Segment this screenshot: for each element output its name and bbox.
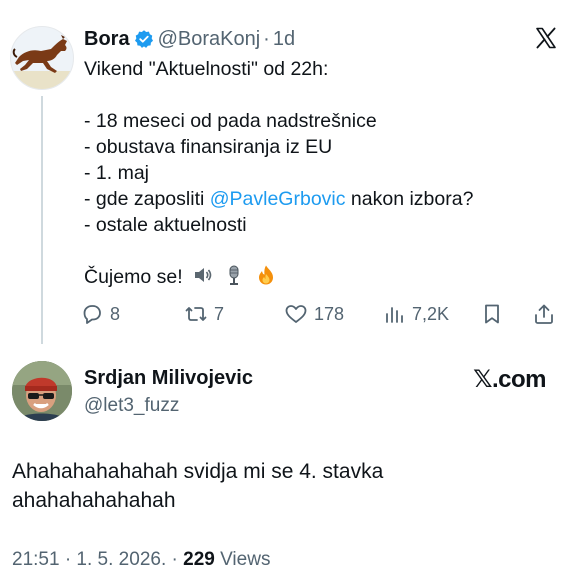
heart-icon — [285, 305, 307, 323]
repost-icon — [185, 307, 207, 321]
person-avatar-icon — [12, 361, 72, 421]
mention-link[interactable]: @PavleGrbovic — [210, 188, 346, 210]
author-name[interactable]: Bora — [84, 26, 130, 52]
horse-icon — [11, 35, 73, 89]
avatar-srdjan[interactable] — [12, 361, 72, 421]
x-logo-icon[interactable] — [534, 26, 558, 50]
tweet-line: - ostale aktuelnosti — [84, 214, 247, 236]
repost-count: 7 — [214, 303, 225, 324]
fire-icon — [258, 265, 273, 285]
avatar-horse[interactable] — [10, 26, 74, 90]
quoted-tweet[interactable]: Bora @BoraKonj · 1d Vikend "Aktuelnosti"… — [0, 0, 570, 345]
repost-button[interactable]: 7 — [184, 302, 224, 326]
reply-views-label: Views — [214, 549, 271, 570]
reply-icon — [83, 305, 101, 324]
microphone-icon — [229, 265, 239, 285]
analytics-icon — [386, 307, 403, 323]
reply-button[interactable]: 8 — [80, 302, 120, 326]
verified-badge-icon — [134, 30, 153, 48]
views-count: 7,2K — [412, 303, 450, 324]
sign-off-line: Čujemo se! — [84, 264, 554, 290]
author-handle[interactable]: @BoraKonj — [158, 26, 261, 52]
tweet-line: - 1. maj — [84, 162, 150, 184]
reply-views-count: 229 — [183, 549, 215, 570]
tweet-line-mention: - gde zaposliti @PavleGrbovic nakon izbo… — [84, 186, 554, 212]
reply-count: 8 — [110, 303, 121, 324]
header-separator: · — [263, 28, 270, 50]
quoted-tweet-body: Vikend "Aktuelnosti" od 22h: - 18 meseci… — [84, 56, 554, 290]
tweet-line-blank — [84, 82, 554, 108]
reply-author-handle[interactable]: @let3_fuzz — [84, 395, 179, 417]
like-button[interactable]: 178 — [284, 302, 344, 326]
reply-text: Ahahahahahahah svidja mi se 4. stavka ah… — [12, 460, 384, 512]
mention-suffix: nakon izbora? — [345, 188, 474, 210]
quoted-tweet-header: Bora @BoraKonj · 1d — [84, 26, 295, 52]
share-icon — [535, 304, 553, 324]
tweet-time[interactable]: 1d — [273, 26, 295, 52]
reply-meta: 21:51 · 1. 5. 2026. · 229 Views — [12, 549, 270, 570]
tweet-action-bar: 8 7 178 7,2K — [80, 300, 560, 330]
tweet-line: Vikend "Aktuelnosti" od 22h: — [84, 58, 329, 80]
like-count: 178 — [314, 303, 345, 324]
views-button[interactable]: 7,2K — [382, 302, 449, 326]
tweet-line: - obustava finansiranja iz EU — [84, 136, 333, 158]
tweet-line: - 18 meseci od pada nadstrešnice — [84, 110, 377, 132]
xcom-brand: 𝕏.com — [473, 366, 546, 393]
bookmark-icon — [485, 304, 499, 324]
speaker-icon — [195, 268, 212, 282]
thread-connector-line — [41, 96, 43, 344]
reply-timestamp[interactable]: 21:51 · 1. 5. 2026. · — [12, 549, 183, 570]
sign-off-text: Čujemo se! — [84, 266, 183, 288]
mention-prefix: - gde zaposliti — [84, 188, 210, 210]
bookmark-button[interactable] — [480, 302, 510, 326]
reply-tweet[interactable]: Srdjan Milivojevic @let3_fuzz 𝕏.com Ahah… — [0, 345, 570, 570]
reply-author-name[interactable]: Srdjan Milivojevic — [84, 367, 253, 390]
share-button[interactable] — [532, 302, 562, 326]
